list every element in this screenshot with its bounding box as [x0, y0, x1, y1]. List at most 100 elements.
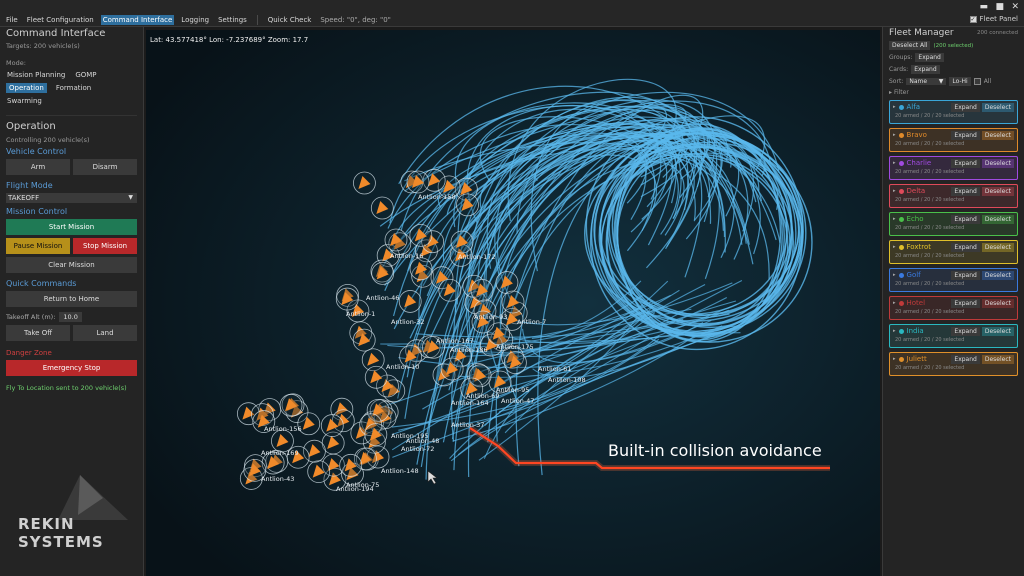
group-deselect-button[interactable]: Deselect: [981, 299, 1014, 308]
mode-mission-planning[interactable]: Mission Planning: [6, 70, 66, 80]
mode-operation[interactable]: Operation: [6, 83, 47, 93]
group-card[interactable]: ▸ Delta 20 armed / 20 / 20 selected Expand D…: [889, 184, 1018, 208]
drone-marker[interactable]: [384, 228, 408, 252]
group-expand-button[interactable]: Expand: [951, 131, 980, 140]
group-card[interactable]: ▸ Foxtrot 20 armed / 20 / 20 selected Expan…: [889, 240, 1018, 264]
drone-marker[interactable]: [501, 290, 525, 314]
group-expand-button[interactable]: Expand: [951, 215, 980, 224]
minimize-icon[interactable]: ▬: [979, 2, 988, 12]
group-expand-button[interactable]: Expand: [951, 271, 980, 280]
maximize-icon[interactable]: ■: [995, 2, 1004, 12]
group-deselect-button[interactable]: Deselect: [981, 271, 1014, 280]
chevron-right-icon[interactable]: ▸: [893, 272, 896, 278]
menu-settings[interactable]: Settings: [216, 15, 249, 25]
group-card[interactable]: ▸ Juliett 20 armed / 20 / 20 selected Expan…: [889, 352, 1018, 376]
drone-marker[interactable]: [307, 460, 331, 484]
group-card[interactable]: ▸ Golf 20 armed / 20 / 20 selected Expand De…: [889, 268, 1018, 292]
chevron-right-icon[interactable]: ▸: [893, 244, 896, 250]
mode-swarming[interactable]: Swarming: [6, 96, 43, 106]
drone-marker[interactable]: [409, 223, 433, 247]
drone-marker[interactable]: [352, 328, 376, 352]
drone-marker[interactable]: [370, 196, 394, 220]
start-mission-button[interactable]: Start Mission: [6, 219, 137, 235]
mode-gomp[interactable]: GOMP: [74, 70, 97, 80]
drone-marker[interactable]: [438, 278, 462, 302]
group-expand-button[interactable]: Expand: [951, 159, 980, 168]
drone-marker[interactable]: [398, 290, 422, 313]
group-deselect-button[interactable]: Deselect: [981, 131, 1014, 140]
drone-marker[interactable]: [470, 279, 494, 302]
land-button[interactable]: Land: [73, 325, 137, 341]
group-expand-button[interactable]: Expand: [951, 327, 980, 336]
map-canvas[interactable]: Antlion-158 Antlion-16 Antlion-172 Antlion-…: [146, 30, 880, 576]
stop-mission-button[interactable]: Stop Mission: [73, 238, 137, 254]
group-deselect-button[interactable]: Deselect: [981, 159, 1014, 168]
menu-fleet-configuration[interactable]: Fleet Configuration: [25, 15, 96, 25]
close-icon[interactable]: ✕: [1011, 2, 1019, 12]
arm-button[interactable]: Arm: [6, 159, 70, 175]
chevron-right-icon[interactable]: ▸: [893, 300, 896, 306]
drone-marker[interactable]: [353, 171, 376, 195]
quick-check-button[interactable]: Quick Check: [266, 15, 314, 25]
group-expand-button[interactable]: Expand: [951, 187, 980, 196]
mode-formation[interactable]: Formation: [55, 83, 92, 93]
drone-marker[interactable]: [440, 357, 464, 381]
group-expand-button[interactable]: Expand: [951, 355, 980, 364]
group-card[interactable]: ▸ Echo 20 armed / 20 / 20 selected Expand De…: [889, 212, 1018, 236]
menu-file[interactable]: File: [4, 15, 20, 25]
group-card[interactable]: ▸ Alfa 20 armed / 20 / 20 selected Expand De…: [889, 100, 1018, 124]
sort-select[interactable]: Name ▼: [906, 78, 947, 85]
group-card[interactable]: ▸ Hotel 20 armed / 20 / 20 selected Expand D…: [889, 296, 1018, 320]
groups-expand-button[interactable]: Expand: [915, 53, 944, 62]
emergency-stop-button[interactable]: Emergency Stop: [6, 360, 137, 376]
drone-marker[interactable]: [409, 257, 433, 281]
group-expand-button[interactable]: Expand: [951, 299, 980, 308]
drone-marker[interactable]: [456, 193, 479, 217]
disarm-button[interactable]: Disarm: [73, 159, 137, 175]
drone-marker[interactable]: [320, 414, 344, 437]
group-expand-button[interactable]: Expand: [951, 103, 980, 112]
drone-marker[interactable]: [335, 287, 359, 311]
clear-mission-button[interactable]: Clear Mission: [6, 257, 137, 273]
drone-marker[interactable]: [364, 365, 388, 389]
chevron-right-icon[interactable]: ▸: [893, 132, 896, 138]
drone-marker[interactable]: [279, 393, 303, 417]
drone-marker[interactable]: [364, 423, 388, 447]
cards-expand-button[interactable]: Expand: [911, 65, 940, 74]
filter-toggle[interactable]: ▸ Filter: [889, 89, 1018, 96]
chevron-right-icon[interactable]: ▸: [893, 216, 896, 222]
group-card[interactable]: ▸ Charlie 20 armed / 20 / 20 selected Expan…: [889, 156, 1018, 180]
takeoff-alt-input[interactable]: 10.0: [59, 312, 82, 322]
map-view[interactable]: Antlion-158 Antlion-16 Antlion-172 Antlion-…: [146, 30, 880, 576]
drone-marker[interactable]: [406, 170, 430, 194]
check-icon[interactable]: ✓: [969, 15, 977, 23]
group-card[interactable]: ▸ Bravo 20 armed / 20 / 20 selected Expand D…: [889, 128, 1018, 152]
chevron-right-icon[interactable]: ▸: [893, 104, 896, 110]
drone-marker[interactable]: [339, 453, 363, 477]
group-card[interactable]: ▸ India 20 armed / 20 / 20 selected Expand D…: [889, 324, 1018, 348]
pause-mission-button[interactable]: Pause Mission: [6, 238, 70, 254]
menu-logging[interactable]: Logging: [179, 15, 211, 25]
return-home-button[interactable]: Return to Home: [6, 291, 137, 307]
group-expand-button[interactable]: Expand: [951, 243, 980, 252]
menu-command-interface[interactable]: Command Interface: [100, 15, 175, 25]
fleet-panel-toggle[interactable]: ✓ Fleet Panel: [969, 15, 1018, 23]
take-off-button[interactable]: Take Off: [6, 325, 70, 341]
drone-marker[interactable]: [495, 271, 519, 294]
group-deselect-button[interactable]: Deselect: [981, 187, 1014, 196]
drone-marker[interactable]: [450, 230, 474, 254]
group-deselect-button[interactable]: Deselect: [981, 215, 1014, 224]
group-deselect-button[interactable]: Deselect: [981, 355, 1014, 364]
chevron-right-icon[interactable]: ▸: [893, 160, 896, 166]
group-deselect-button[interactable]: Deselect: [981, 103, 1014, 112]
group-deselect-button[interactable]: Deselect: [981, 327, 1014, 336]
chevron-right-icon[interactable]: ▸: [893, 188, 896, 194]
group-deselect-button[interactable]: Deselect: [981, 243, 1014, 252]
drone-marker[interactable]: [504, 351, 527, 375]
flight-mode-select[interactable]: TAKEOFF ▼: [6, 193, 137, 203]
chevron-right-icon[interactable]: ▸: [893, 356, 896, 362]
deselect-all-button[interactable]: Deselect All: [889, 41, 931, 50]
chevron-right-icon[interactable]: ▸: [893, 328, 896, 334]
all-checkbox[interactable]: [973, 78, 981, 85]
sort-order-button[interactable]: Lo-Hi: [949, 77, 971, 86]
